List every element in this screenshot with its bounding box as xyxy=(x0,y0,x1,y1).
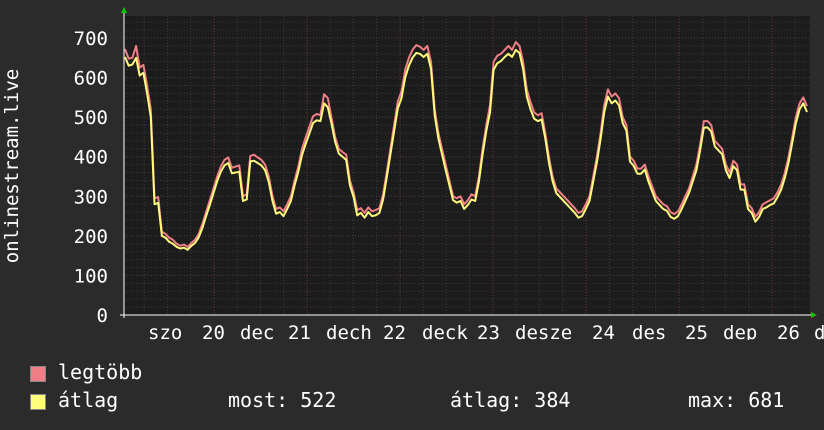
y-tick-label: 0 xyxy=(97,305,108,327)
x-tick-label: 22 xyxy=(383,322,406,340)
y-tick-label: 500 xyxy=(74,107,108,129)
y-tick-label: 200 xyxy=(74,226,108,248)
y-tick-label: 400 xyxy=(74,147,108,169)
x-tick-label: 25 xyxy=(685,322,708,340)
y-axis-arrow xyxy=(121,7,127,13)
legend-label: átlag xyxy=(58,388,119,412)
stat-max: max: 681 xyxy=(688,388,785,412)
x-tick-label: d xyxy=(814,322,824,340)
line-chart: 0 100 200 300 400 500 600 700 szo 20 dec 21 dech 22 d… xyxy=(1,7,824,344)
x-tick-label: 24 xyxy=(592,322,615,340)
x-tick-label: 20 xyxy=(202,322,225,340)
chart-area: 0 100 200 300 400 500 600 700 szo 20 dec 21 dech 22 d… xyxy=(0,0,824,344)
x-tick-label: des xyxy=(632,322,666,340)
x-tick-label: dep xyxy=(723,322,757,340)
x-tick-labels: szo 20 dec 21 dech 22 deck 23 desze 24 des 25 dep 26 d xyxy=(148,322,824,344)
y-tick-label: 100 xyxy=(74,265,108,287)
stat-atlag: átlag: 384 xyxy=(450,388,571,412)
y-tick-label: 700 xyxy=(74,28,108,50)
legend-label: legtöbb xyxy=(58,360,143,384)
stat-most: most: 522 xyxy=(228,388,337,412)
x-tick-label: dec xyxy=(240,322,274,340)
y-tick-label: 600 xyxy=(74,68,108,90)
x-tick-label: 26 xyxy=(777,322,800,340)
y-tick-labels: 0 100 200 300 400 500 600 700 xyxy=(74,28,108,327)
legend-item-legtobb: legtöbb xyxy=(30,360,810,388)
x-tick-label: desze xyxy=(515,322,572,340)
legend-item-atlag: átlag most: 522 átlag: 384 max: 681 xyxy=(30,388,810,416)
x-tick-label: 23 xyxy=(477,322,500,340)
x-tick-label: dech xyxy=(326,322,372,340)
x-tick-label: szo xyxy=(148,322,182,340)
x-tick-label: 21 xyxy=(288,322,311,340)
legend-swatch-legtobb xyxy=(30,366,46,382)
legend-swatch-atlag xyxy=(30,394,46,410)
y-axis-label: onlinestream.live xyxy=(1,69,23,263)
legend: legtöbb átlag most: 522 átlag: 384 max: … xyxy=(30,360,810,416)
x-tick-label: deck xyxy=(422,322,468,340)
x-axis-arrow xyxy=(811,312,817,318)
y-tick-label: 300 xyxy=(74,186,108,208)
plot-background xyxy=(124,16,810,315)
